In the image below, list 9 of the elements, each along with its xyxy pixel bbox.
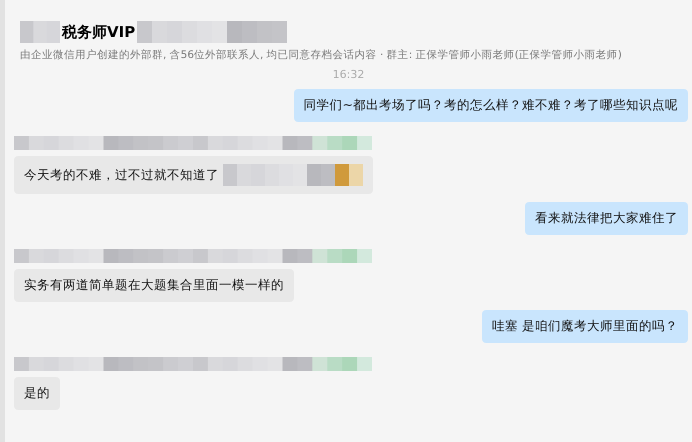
message-text: 今天考的不难，过不过就不知道了 <box>24 166 219 184</box>
timestamp: 16:32 <box>332 68 366 81</box>
group-description: 由企业微信用户创建的外部群, 含56位外部联系人, 均已同意存档会话内容 · 群主: 正保学管师小雨老师(正保学管师小雨老师) <box>20 48 623 62</box>
message-text: 是的 <box>24 385 50 402</box>
message-text: 哇塞 是咱们魔考大师里面的吗？ <box>492 318 678 335</box>
group-title: 税务师VIP <box>60 22 136 42</box>
message-text: 实务有两道简单题在大题集合里面一模一样的 <box>24 277 284 294</box>
message-text: 看来就法律把大家难住了 <box>535 210 678 227</box>
message-text: 同学们~都出考场了吗？考的怎么样？难不难？考了哪些知识点呢 <box>304 97 678 114</box>
